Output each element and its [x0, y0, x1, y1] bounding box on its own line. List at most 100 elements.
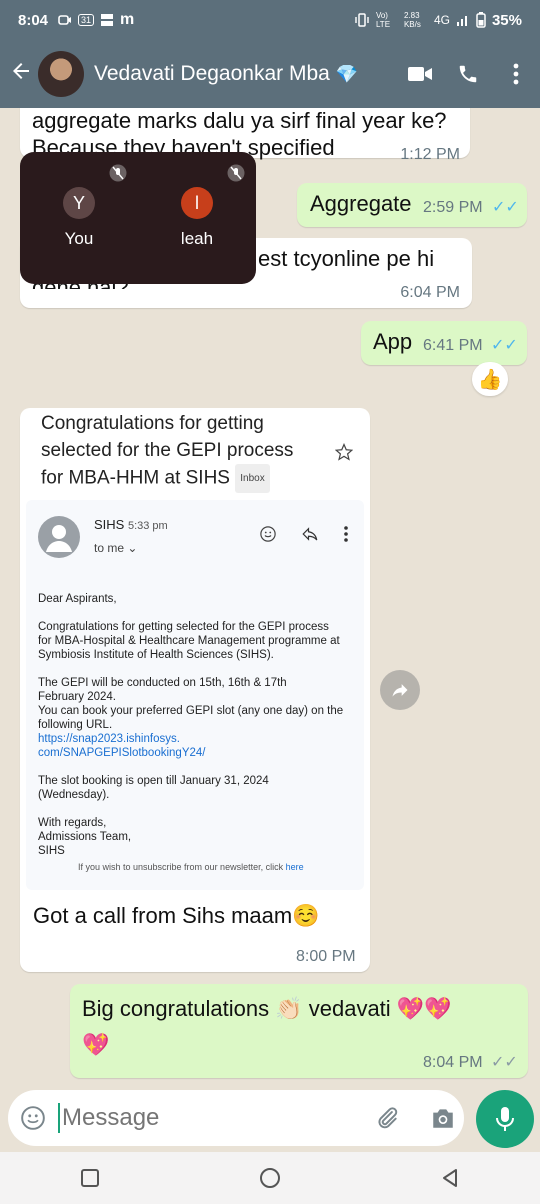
email-paragraph-line: (Wednesday).: [38, 789, 110, 801]
star-icon: [335, 443, 353, 461]
message-time: 6:04 PM: [400, 284, 460, 301]
contact-name: Vedavati Degaonkar Mba: [94, 62, 330, 85]
volte-label: Vo) LTE: [375, 11, 391, 29]
emoji-icon[interactable]: [20, 1105, 46, 1131]
voice-record-button[interactable]: [476, 1090, 534, 1148]
delivered-ticks-icon: ✓✓: [491, 1054, 518, 1071]
participant-avatar: l: [181, 187, 213, 219]
more-vert-icon[interactable]: [492, 63, 540, 85]
email-recipient-line: to me ⌄: [94, 541, 137, 555]
participant-name: You: [64, 229, 94, 248]
email-signoff: With regards,: [38, 817, 107, 829]
battery-icon: [476, 12, 486, 28]
battery-percent: 35%: [491, 11, 522, 29]
email-subject-line: for MBA-HHM at SIHS Inbox: [41, 464, 311, 493]
network-type: 4G: [433, 13, 450, 27]
forward-icon: [392, 684, 408, 697]
email-signoff: Admissions Team,: [38, 831, 132, 843]
status-time: 8:04: [18, 11, 49, 29]
email-link[interactable]: com/SNAPGEPISlotbookingY24/: [38, 746, 358, 760]
email-paragraph-line: Congratulations for getting selected for…: [38, 621, 329, 633]
signal-icon: [456, 16, 467, 26]
back-arrow-icon[interactable]: [4, 59, 38, 90]
gem-icon: 💎: [335, 64, 359, 84]
emoji-reaction-icon: [260, 526, 276, 542]
message-bubble-incoming[interactable]: aggregate marks dalu ya sirf final year …: [20, 108, 470, 163]
back-icon[interactable]: [440, 1168, 460, 1188]
message-time: 6:41 PM: [423, 337, 483, 354]
reaction-badge[interactable]: 👍: [472, 362, 508, 396]
message-text: Aggregate: [310, 191, 412, 216]
text-cursor: [58, 1103, 60, 1133]
email-signoff: SIHS: [38, 845, 65, 857]
email-paragraph-line: Symbiosis Institute of Health Sciences (…: [38, 649, 274, 661]
email-body: Dear Aspirants, Congratulations for gett…: [38, 592, 358, 874]
message-text: est tcyonline pe hi: [258, 246, 435, 271]
chat-header: Vedavati Degaonkar Mba 💎: [0, 40, 540, 108]
call-participant-you: Y You: [39, 187, 119, 249]
mic-muted-icon: [227, 164, 245, 182]
camera-icon[interactable]: [430, 1106, 456, 1130]
message-time: 8:04 PM: [423, 1054, 483, 1071]
email-greeting: Dear Aspirants,: [38, 593, 117, 605]
email-sender: SIHS: [94, 517, 125, 532]
message-time: 2:59 PM: [423, 199, 483, 216]
message-bubble-outgoing[interactable]: App 6:41 PM ✓✓: [361, 321, 527, 365]
read-ticks-icon: ✓✓: [491, 337, 518, 354]
message-time: 8:00 PM: [296, 948, 356, 965]
calendar-icon: 31: [78, 14, 95, 26]
message-time: 1:12 PM: [400, 146, 460, 163]
status-bar: 8:04 31 m Vo) LTE 2.83 KB/s 4G 35%: [0, 0, 540, 40]
email-paragraph-line: February 2024.: [38, 691, 116, 703]
email-paragraph-line: The GEPI will be conducted on 15th, 16th…: [38, 677, 287, 689]
read-ticks-icon: ✓✓: [492, 199, 519, 216]
video-call-icon[interactable]: [396, 64, 444, 84]
reply-icon: [302, 527, 318, 541]
email-to: to me: [94, 541, 125, 555]
attach-icon[interactable]: [374, 1105, 400, 1131]
email-subject-line: selected for the GEPI process: [41, 440, 294, 461]
status-right: Vo) LTE 2.83 KB/s 4G 35%: [354, 11, 522, 29]
email-paragraph-line: for MBA-Hospital & Healthcare Management…: [38, 635, 340, 647]
net-speed: 2.83 KB/s: [403, 11, 421, 29]
email-paragraph-line: The slot booking is open till January 31…: [38, 775, 269, 787]
app-letter-icon: m: [120, 11, 135, 28]
system-nav-bar: [0, 1152, 540, 1204]
message-bubble-outgoing[interactable]: Aggregate 2:59 PM ✓✓: [297, 183, 527, 227]
unsubscribe-link[interactable]: here: [286, 862, 304, 872]
email-subject-line: Congratulations for getting: [41, 413, 264, 434]
vibrate-icon: [355, 13, 369, 27]
email-subject: Congratulations for getting selected for…: [41, 410, 311, 493]
screen-record-icon: [58, 15, 72, 25]
unsubscribe-text: If you wish to unsubscribe from our news…: [78, 862, 284, 872]
message-input[interactable]: [62, 1104, 342, 1132]
message-caption: Got a call from Sihs maam☺️: [33, 903, 320, 928]
message-text: aggregate marks dalu ya sirf final year …: [32, 108, 447, 133]
mic-muted-icon: [109, 164, 127, 182]
email-footer: If you wish to unsubscribe from our news…: [38, 860, 358, 874]
thumbs-up-icon: 👍: [477, 368, 503, 391]
forward-button[interactable]: [380, 670, 420, 710]
recents-icon[interactable]: [80, 1168, 100, 1188]
call-participant-leah: l leah: [157, 187, 237, 249]
group-call-overlay[interactable]: Y You l leah: [20, 152, 256, 284]
mic-icon: [496, 1107, 514, 1131]
email-paragraph-line: following URL.: [38, 719, 113, 731]
participant-name: leah: [180, 229, 214, 248]
contact-name-area[interactable]: Vedavati Degaonkar Mba 💎: [94, 62, 396, 86]
email-sent-time: 5:33 pm: [127, 520, 168, 532]
message-bubble-outgoing[interactable]: Big congratulations 👏🏻 vedavati 💖💖 💖 8:0…: [70, 984, 528, 1078]
contact-avatar[interactable]: [38, 51, 84, 97]
home-icon[interactable]: [259, 1167, 281, 1189]
email-paragraph-line: You can book your preferred GEPI slot (a…: [38, 705, 344, 717]
phone-icon[interactable]: [444, 63, 492, 85]
email-sender-line: SIHS 5:33 pm: [94, 517, 168, 532]
message-text: 💖: [82, 1032, 110, 1057]
participant-avatar: Y: [63, 187, 95, 219]
message-text: Big congratulations 👏🏻 vedavati 💖💖: [82, 996, 452, 1021]
sender-avatar: [38, 516, 80, 558]
email-link[interactable]: https://snap2023.ishinfosys.: [38, 732, 358, 746]
more-vert-icon: [344, 526, 348, 542]
message-text: App: [373, 329, 413, 354]
inbox-tag: Inbox: [235, 464, 270, 493]
